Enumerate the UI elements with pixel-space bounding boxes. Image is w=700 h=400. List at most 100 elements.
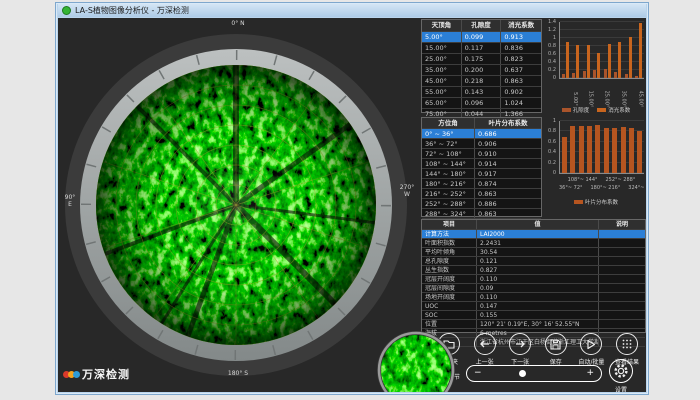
table-row[interactable]: 5.00°0.0990.913 (422, 32, 541, 43)
table-cell: 5.00° (422, 32, 462, 42)
bar (572, 73, 575, 78)
table-cell: 144° ~ 180° (422, 169, 475, 178)
parameters-table: 项目值说明计算方法LAI2000叶面积指数2.2431平均叶倾角30.54总孔隙… (421, 219, 646, 333)
table-cell: 叶面积指数 (422, 239, 477, 247)
table-cell: 72° ~ 108° (422, 149, 475, 158)
slider-minus-button[interactable]: − (474, 368, 482, 379)
previous-image-button[interactable]: 上一张 (468, 333, 502, 366)
table-cell: 冠层间隙度 (422, 284, 477, 292)
brand-logo: 万深检测 (63, 366, 130, 382)
table-row[interactable]: 252° ~ 288°0.886 (422, 199, 541, 209)
table-cell: 55.00° (422, 87, 462, 97)
chart1-y-axis: 00.20.40.60.811.21.4 (546, 22, 558, 78)
table-cell: 25.00° (422, 54, 462, 64)
logo-icon (63, 371, 78, 378)
table-row[interactable]: 25.00°0.1750.823 (422, 54, 541, 65)
table-cell: 0.886 (475, 199, 541, 208)
table-row[interactable]: 36° ~ 72°0.906 (422, 139, 541, 149)
table-cell (599, 230, 645, 238)
table-cell: 0.096 (462, 98, 502, 108)
table-cell: 0.910 (475, 149, 541, 158)
table-row[interactable]: 平均叶倾角30.54 (422, 248, 645, 257)
table-row[interactable]: UOC0.147 (422, 302, 645, 311)
bar (597, 53, 600, 79)
table-header-row: 项目值说明 (422, 220, 645, 230)
chart2-y-axis: 00.20.40.60.81 (546, 121, 558, 173)
table-row[interactable]: 场地开阔度0.110 (422, 293, 645, 302)
table-cell: 0.121 (477, 257, 599, 265)
table-row[interactable]: 35.00°0.2000.637 (422, 65, 541, 76)
settings-button[interactable] (609, 359, 633, 383)
slider-handle[interactable] (519, 370, 526, 377)
app-icon (62, 6, 71, 15)
leaf-distribution-chart: 00.20.40.60.81 108°~ 144° 252°~ 288°36°~… (546, 117, 646, 217)
table-cell: 216° ~ 252° (422, 189, 475, 198)
table-cell (599, 239, 645, 247)
save-button[interactable]: 保存 (539, 333, 573, 366)
table-row[interactable]: 叶面积指数2.2431 (422, 239, 645, 248)
table-cell: 总孔隙度 (422, 257, 477, 265)
slider-plus-button[interactable]: + (586, 368, 594, 379)
table-row[interactable]: 冠层间隙度0.09 (422, 284, 645, 293)
table-cell: 场地开阔度 (422, 293, 477, 301)
bar (629, 37, 632, 78)
thumbnail-preview[interactable] (376, 330, 456, 392)
table-cell: 值 (477, 220, 599, 229)
table-cell: 0.175 (462, 54, 502, 64)
segmentation-slider[interactable]: − + (466, 365, 602, 382)
table-cell: 0.823 (501, 54, 541, 64)
table-header-row: 天顶角孔隙度消光系数 (422, 20, 541, 32)
bar (587, 45, 590, 78)
table-row[interactable]: 55.00°0.1430.902 (422, 87, 541, 98)
table-row[interactable]: 288° ~ 324°0.863 (422, 209, 541, 219)
table-cell: 0.143 (462, 87, 502, 97)
table-cell: 说明 (599, 220, 645, 229)
table-row[interactable]: 总孔隙度0.121 (422, 257, 645, 266)
table-cell: 平均叶倾角 (422, 248, 477, 256)
auto-batch-button[interactable]: 自动/批量 (574, 333, 608, 366)
window-title: LA-S植物图像分析仪 - 万深检测 (75, 6, 189, 15)
table-cell: 0.913 (501, 32, 541, 42)
table-cell: 0.906 (475, 139, 541, 148)
table-cell: 丛生指数 (422, 266, 477, 274)
table-cell: 0.874 (475, 179, 541, 188)
table-cell: 0.117 (462, 43, 502, 53)
table-cell (599, 275, 645, 283)
table-row[interactable]: 丛生指数0.827 (422, 266, 645, 275)
table-row[interactable]: 计算方法LAI2000 (422, 230, 645, 239)
bar (595, 125, 600, 173)
fisheye-canopy-image[interactable] (65, 34, 407, 376)
bar (635, 76, 638, 78)
table-cell: 方位角 (422, 118, 475, 128)
table-row[interactable]: 65.00°0.0961.024 (422, 98, 541, 109)
bar (583, 71, 586, 78)
table-row[interactable]: 180° ~ 216°0.874 (422, 179, 541, 189)
save-icon (550, 339, 561, 350)
bar (625, 74, 628, 78)
table-row[interactable]: 0° ~ 36°0.686 (422, 129, 541, 139)
app-window: LA-S植物图像分析仪 - 万深检测 (55, 2, 649, 395)
table-cell: 冠层开阔度 (422, 275, 477, 283)
titlebar[interactable]: LA-S植物图像分析仪 - 万深检测 (58, 4, 646, 17)
logo-text: 万深检测 (82, 366, 130, 382)
table-row[interactable]: 216° ~ 252°0.863 (422, 189, 541, 199)
bar (629, 128, 634, 173)
table-row[interactable]: SOC0.155 (422, 311, 645, 320)
bar (639, 23, 642, 78)
table-row[interactable]: 冠层开阔度0.110 (422, 275, 645, 284)
table-cell: 65.00° (422, 98, 462, 108)
bar (612, 128, 617, 173)
table-row[interactable]: 108° ~ 144°0.914 (422, 159, 541, 169)
table-cell: 288° ~ 324° (422, 209, 475, 218)
table-cell (599, 284, 645, 292)
grid-icon (621, 338, 633, 350)
next-image-button[interactable]: 下一张 (503, 333, 537, 366)
table-row[interactable]: 15.00°0.1170.836 (422, 43, 541, 54)
bar (637, 131, 642, 173)
table-row[interactable]: 144° ~ 180°0.917 (422, 169, 541, 179)
table-row[interactable]: 72° ~ 108°0.910 (422, 149, 541, 159)
table-cell: 0.099 (462, 32, 502, 42)
table-row[interactable]: 位置120° 21' 0.19"E, 30° 16' 52.55"N (422, 320, 645, 329)
table-row[interactable]: 45.00°0.2180.863 (422, 76, 541, 87)
table-cell: 0.110 (477, 293, 599, 301)
